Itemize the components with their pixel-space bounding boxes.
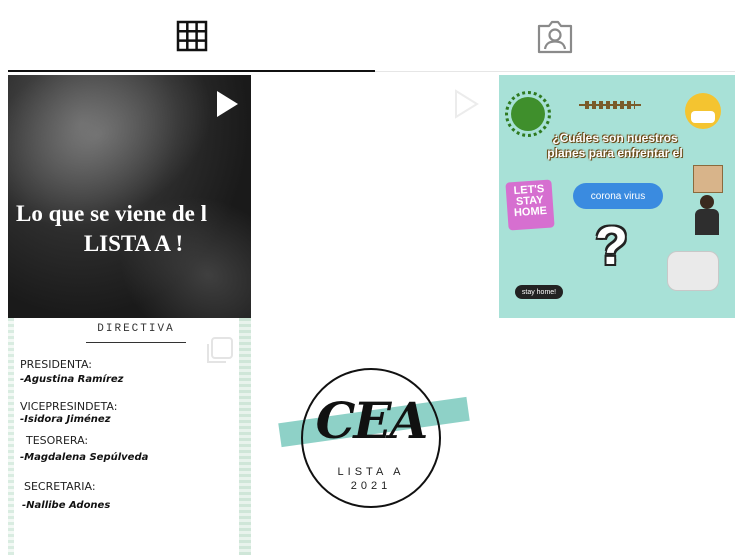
post-tile-5[interactable]: CEA LISTA A 2021: [251, 318, 499, 555]
carousel-icon: [207, 337, 233, 363]
face-mask-illustration: [667, 251, 719, 291]
tab-tagged[interactable]: [375, 0, 735, 72]
decorative-border: [8, 318, 14, 555]
role-label: PRESIDENTA:: [20, 358, 93, 371]
overlay-line-1: Lo que se viene de l: [16, 201, 208, 226]
stay-home-pill: stay home!: [515, 285, 563, 299]
profile-tab-bar: [0, 0, 735, 72]
video-play-icon: [217, 91, 238, 117]
role-label: VICEPRESINDETA:: [20, 400, 118, 413]
logo-year: 2021: [350, 480, 392, 492]
role-name: -Magdalena Sepúlveda: [20, 452, 149, 463]
masked-face-emoji: [685, 93, 721, 129]
post-tile-1[interactable]: Lo que se viene de l LISTA A !: [8, 75, 251, 318]
tab-posts-grid[interactable]: [8, 0, 375, 72]
role-name: -Nallibe Adones: [22, 500, 111, 511]
role-name: -Isidora Jiménez: [20, 414, 111, 425]
post-overlay-text: Lo que se viene de l LISTA A !: [16, 199, 251, 259]
tagged-person-icon: [537, 20, 573, 54]
overlay-line-2: LISTA A !: [83, 231, 184, 256]
post-heading: ¿Cuáles son nuestros planes para enfrent…: [547, 131, 683, 160]
logo-subtitle: LISTA A: [337, 466, 405, 478]
grid-icon: [176, 20, 207, 52]
post-tile-3[interactable]: ¿Cuáles son nuestros planes para enfrent…: [499, 75, 735, 318]
heading-underline: [86, 342, 186, 343]
post-heading: DIRECTIVA: [97, 323, 175, 335]
person-with-sign-illustration: [689, 165, 725, 235]
post-tile-4[interactable]: DIRECTIVA PRESIDENTA: -Agustina Ramírez …: [8, 318, 251, 555]
stay-home-sticker: LET'S STAY HOME: [505, 179, 555, 231]
role-label: SECRETARIA:: [24, 480, 96, 493]
posts-grid: Lo que se viene de l LISTA A ! ¿Cuáles s…: [0, 72, 735, 555]
video-play-icon: [455, 89, 479, 119]
virus-illustration: [505, 91, 551, 137]
question-mark: ?: [595, 216, 628, 276]
role-label: TESORERA:: [26, 434, 89, 447]
role-name: -Agustina Ramírez: [20, 374, 124, 385]
chat-bubble: corona virus: [573, 183, 663, 209]
cea-logo-text: CEA: [315, 391, 429, 450]
decorative-border: [239, 318, 251, 555]
decorative-divider: [579, 99, 641, 111]
post-tile-2[interactable]: [251, 75, 499, 318]
